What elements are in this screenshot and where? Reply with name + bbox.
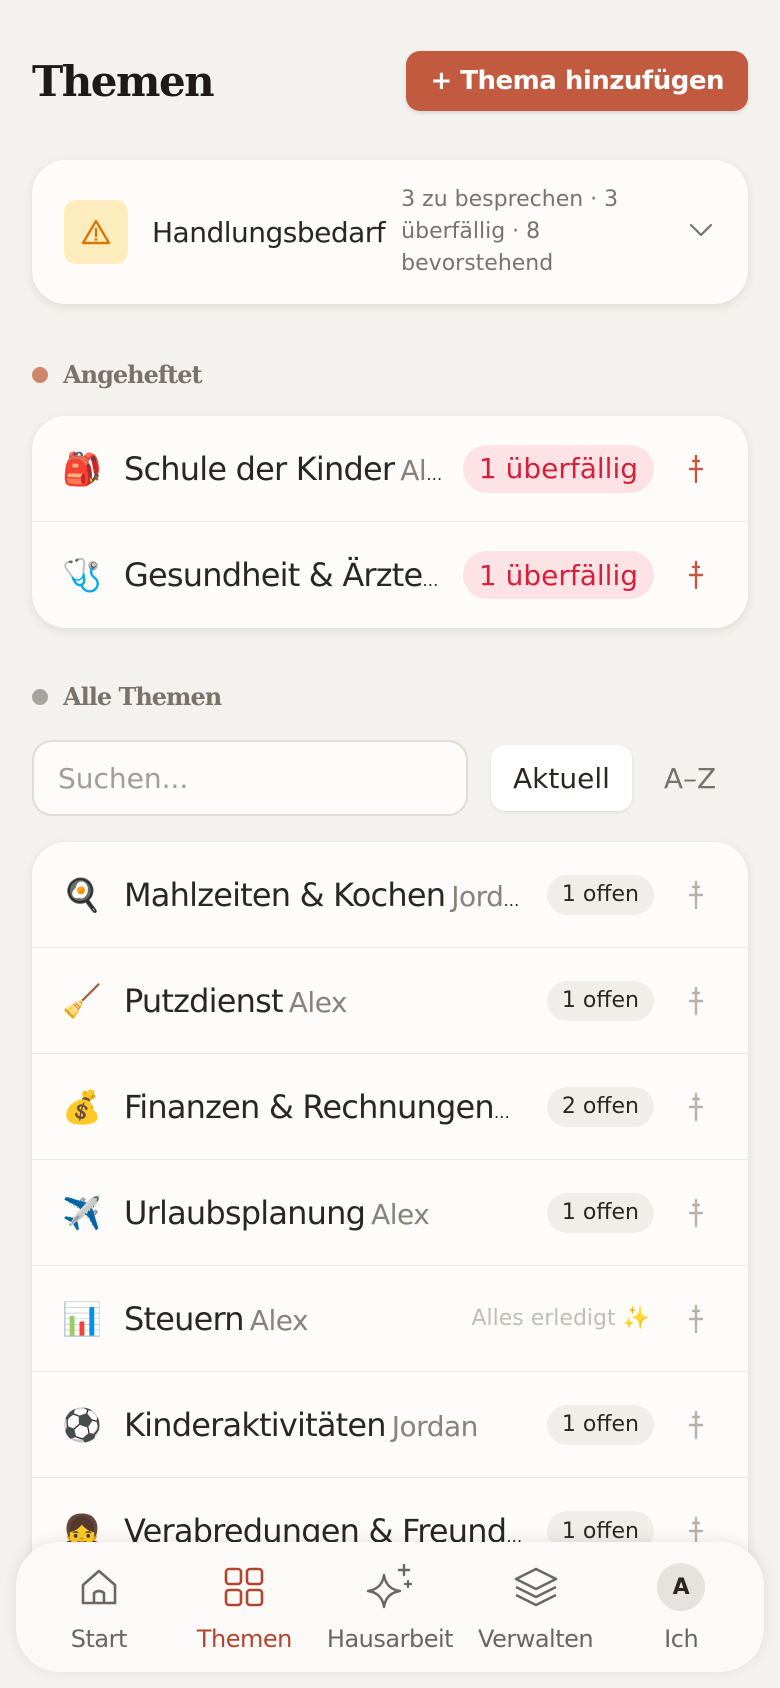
status-badge: 1 überfällig	[462, 551, 654, 599]
backpack-icon: 🎒	[62, 449, 102, 488]
sort-toggle: Aktuell A–Z	[486, 740, 748, 816]
layers-icon	[512, 1561, 560, 1613]
nav-label: Hausarbeit	[326, 1625, 454, 1653]
soccer-ball-icon: ⚽	[62, 1405, 102, 1444]
topic-text: Kinderaktivitäten Jordan	[124, 1406, 533, 1444]
topic-row[interactable]: 💰 Finanzen & RechnungenAlex 2 offen	[32, 1054, 748, 1160]
status-badge: 1 überfällig	[462, 444, 654, 493]
pin-icon[interactable]	[676, 880, 716, 910]
nav-themen[interactable]: Themen	[174, 1561, 314, 1653]
nav-start[interactable]: Start	[29, 1561, 169, 1653]
sort-alphabetical-button[interactable]: A–Z	[642, 745, 738, 811]
action-needed-summary: 3 zu besprechen · 3 überfällig · 8 bevor…	[401, 187, 619, 276]
topic-title: Finanzen & Rechnungen	[124, 1087, 495, 1126]
sparkles-icon	[364, 1561, 416, 1613]
stethoscope-icon: 🩺	[62, 556, 102, 594]
topic-row[interactable]: 📊 Steuern Alex Alles erledigt ✨	[32, 1266, 748, 1372]
pin-icon[interactable]	[676, 1198, 716, 1228]
topic-title: Urlaubsplanung	[124, 1193, 366, 1232]
section-dot	[32, 688, 48, 705]
topic-title: Mahlzeiten & Kochen	[124, 875, 446, 914]
status-badge: 1 offen	[546, 1404, 654, 1445]
status-badge: 1 offen	[546, 1192, 654, 1233]
pin-icon[interactable]	[676, 1304, 716, 1334]
money-bag-icon: 💰	[62, 1087, 102, 1126]
bar-chart-icon: 📊	[62, 1299, 102, 1338]
pinned-topic-list: 🎒 Schule der KinderAlex 1 überfällig 🩺 Gesun…	[32, 416, 748, 628]
nav-hausarbeit[interactable]: Hausarbeit	[320, 1561, 460, 1653]
topic-text: Steuern Alex	[124, 1300, 453, 1338]
nav-label: Start	[70, 1625, 128, 1653]
pin-icon[interactable]	[676, 560, 716, 590]
nav-ich[interactable]: A Ich	[611, 1561, 751, 1653]
status-badge: 1 offen	[546, 874, 654, 915]
topic-title: Putzdienst	[124, 981, 284, 1020]
topic-owner: Jordan	[451, 879, 533, 913]
airplane-icon: ✈️	[62, 1193, 102, 1232]
topic-row[interactable]: 🎒 Schule der KinderAlex 1 überfällig	[32, 416, 748, 522]
topic-row[interactable]: 🩺 Gesundheit & ÄrzteJordan 1 überfällig	[32, 522, 748, 628]
nav-label: Themen	[196, 1625, 293, 1653]
pin-icon[interactable]	[676, 454, 716, 484]
topic-owner: Alex	[249, 1303, 309, 1337]
topic-row[interactable]: ✈️ Urlaubsplanung Alex 1 offen	[32, 1160, 748, 1266]
topic-text: Putzdienst Alex	[124, 982, 533, 1020]
action-needed-card[interactable]: Handlungsbedarf 3 zu besprechen · 3 über…	[32, 160, 748, 304]
warning-triangle-icon	[64, 200, 128, 264]
topic-text: Urlaubsplanung Alex	[124, 1194, 533, 1232]
avatar-icon: A	[657, 1561, 706, 1613]
topic-row[interactable]: 🧹 Putzdienst Alex 1 offen	[32, 948, 748, 1054]
status-badge: 2 offen	[546, 1086, 654, 1127]
frying-pan-icon: 🍳	[62, 875, 102, 914]
topic-owner: Alex	[288, 985, 348, 1019]
search-input[interactable]	[32, 740, 468, 816]
all-topics-section-label: Alle Themen	[32, 682, 222, 711]
topic-text: Schule der KinderAlex	[124, 450, 449, 488]
chevron-down-icon[interactable]	[688, 222, 714, 242]
nav-label: Verwalten	[478, 1625, 594, 1653]
section-title: Alle Themen	[63, 682, 222, 711]
bottom-navigation: Start Themen Hausarbeit Verwalten A Ich	[16, 1542, 764, 1672]
topic-title: Kinderaktivitäten	[124, 1405, 387, 1444]
topic-title: Gesundheit & Ärzte	[124, 556, 423, 594]
nav-verwalten[interactable]: Verwalten	[466, 1561, 606, 1653]
status-badge: Alles erledigt ✨	[471, 1306, 650, 1331]
topic-owner: Alex	[371, 1197, 430, 1231]
page-header: Themen + Thema hinzufügen	[32, 50, 748, 112]
pin-icon[interactable]	[676, 1410, 716, 1440]
status-badge: 1 offen	[546, 980, 654, 1021]
sort-recent-button[interactable]: Aktuell	[491, 745, 632, 811]
nav-label: Ich	[664, 1625, 699, 1653]
broom-icon: 🧹	[62, 981, 102, 1020]
avatar: A	[657, 1563, 706, 1611]
topic-text: Mahlzeiten & Kochen Jordan	[124, 876, 533, 914]
section-dot	[32, 366, 48, 383]
add-topic-button[interactable]: + Thema hinzufügen	[406, 51, 748, 111]
grid-icon	[222, 1561, 266, 1613]
topic-owner: Alex	[400, 453, 449, 487]
pin-icon[interactable]	[676, 986, 716, 1016]
action-needed-title: Handlungsbedarf	[152, 215, 386, 249]
topic-text: Gesundheit & ÄrzteJordan	[124, 556, 449, 594]
all-topic-list: 🍳 Mahlzeiten & Kochen Jordan 1 offen 🧹 Putzdi…	[32, 842, 748, 1622]
page-title: Themen	[32, 56, 215, 106]
topic-title: Steuern	[124, 1299, 245, 1338]
pin-icon[interactable]	[676, 1092, 716, 1122]
home-icon	[77, 1561, 121, 1613]
pinned-section-label: Angeheftet	[32, 360, 203, 389]
topic-text: Finanzen & RechnungenAlex	[124, 1088, 533, 1126]
section-title: Angeheftet	[63, 360, 203, 389]
topic-owner: Jordan	[391, 1409, 479, 1443]
topic-row[interactable]: ⚽ Kinderaktivitäten Jordan 1 offen	[32, 1372, 748, 1478]
topic-row[interactable]: 🍳 Mahlzeiten & Kochen Jordan 1 offen	[32, 842, 748, 948]
topic-title: Schule der Kinder	[124, 449, 395, 488]
